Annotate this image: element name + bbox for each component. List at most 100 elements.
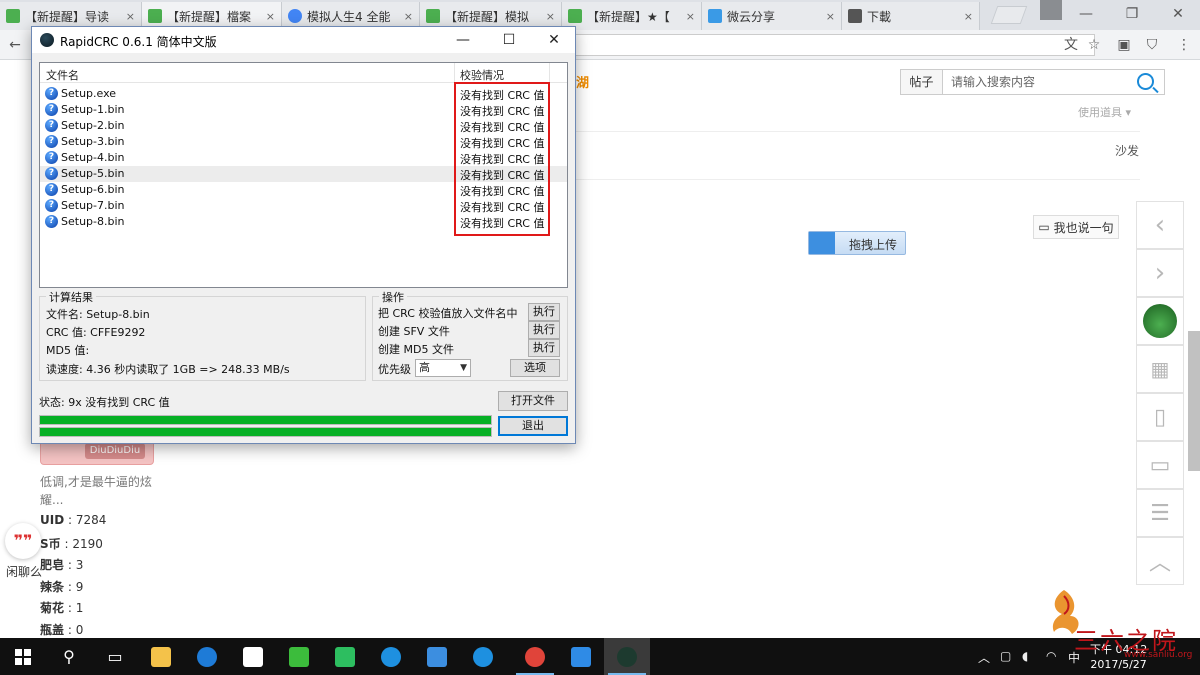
file-explorer-icon[interactable] <box>138 638 184 675</box>
drag-upload-button[interactable]: 拖拽上传 <box>808 231 906 255</box>
maximize-icon[interactable]: ❐ <box>1110 0 1154 28</box>
result-speed: 读速度: 4.36 秒内读取了 1GB => 248.33 MB/s <box>46 363 290 376</box>
chevron-up-icon[interactable]: ︿ <box>978 649 990 666</box>
stat-value: 9 <box>75 579 84 594</box>
column-status[interactable]: 校验情况 <box>460 67 504 83</box>
chevron-down-icon: ▼ <box>460 363 467 373</box>
volume-icon[interactable]: ◖ <box>1022 649 1028 663</box>
profile-stat: 瓶盖 : 0 <box>40 621 83 638</box>
baidu-netdisk-icon[interactable] <box>558 638 604 675</box>
profile-stat: 菊花 : 1 <box>40 599 83 616</box>
tab-close-icon[interactable]: × <box>546 10 555 23</box>
tab-close-icon[interactable]: × <box>404 10 413 23</box>
new-tab-button[interactable] <box>990 6 1028 24</box>
evernote-icon[interactable] <box>322 638 368 675</box>
browser-tab[interactable]: 下載 × <box>842 2 980 30</box>
question-mark-icon: ? <box>45 119 58 132</box>
exit-button[interactable]: 退出 <box>498 416 568 436</box>
qrcode-icon[interactable]: ▦ <box>1136 345 1184 393</box>
window-titlebar[interactable]: RapidCRC 0.6.1 简体中文版 — ☐ ✕ <box>32 27 575 53</box>
list-header: 文件名 校验情况 <box>40 63 567 83</box>
mail-icon[interactable] <box>414 638 460 675</box>
menu-icon[interactable]: ⋮ <box>1175 36 1193 54</box>
use-item-menu[interactable]: 使用道具 ▾ <box>1078 104 1131 120</box>
open-file-button[interactable]: 打开文件 <box>498 391 568 411</box>
browser-tab[interactable]: 微云分享 × <box>702 2 842 30</box>
search-icon[interactable]: ⚲ <box>46 638 92 675</box>
close-icon[interactable]: ✕ <box>1156 0 1200 28</box>
question-mark-icon: ? <box>45 199 58 212</box>
stat-separator: : <box>64 622 76 637</box>
windows-taskbar: ⚲ ▭ ︿ ▢ ◖ ◠ 中 下午 04:12 2017/5/27 <box>0 638 1200 675</box>
comment-button[interactable]: ▭ 我也说一句 <box>1033 215 1119 239</box>
task-view-icon[interactable]: ▭ <box>92 638 138 675</box>
tab-label: 【新提醒】檔案 <box>167 9 252 24</box>
tab-close-icon[interactable]: × <box>266 10 275 23</box>
chat-label[interactable]: 闲聊么 <box>6 563 42 580</box>
tab-close-icon[interactable]: × <box>686 10 695 23</box>
stat-value: 2190 <box>72 536 103 551</box>
op-run-md5-button[interactable]: 执行 <box>528 339 560 357</box>
question-mark-icon: ? <box>45 151 58 164</box>
profile-stat: UID : 7284 <box>40 513 106 527</box>
op-run-sfv-button[interactable]: 执行 <box>528 321 560 339</box>
back-to-top-icon[interactable]: ︿ <box>1136 537 1184 585</box>
chrome-icon[interactable] <box>512 638 558 675</box>
maximize-icon[interactable]: ☐ <box>486 27 532 53</box>
stat-separator: : <box>64 601 76 615</box>
priority-select[interactable]: 高 ▼ <box>415 359 471 377</box>
tab-close-icon[interactable]: × <box>126 10 135 23</box>
quote-icon[interactable]: ❞❞ <box>5 523 41 559</box>
comment-button-label: 我也说一句 <box>1053 220 1114 235</box>
site-watermark: 三六之院 www.sanliu.org <box>1040 586 1200 660</box>
tab-label: 微云分享 <box>727 9 776 24</box>
address-bar[interactable] <box>575 34 1095 56</box>
rapidcrc-app-icon <box>40 33 54 47</box>
ie-icon[interactable] <box>368 638 414 675</box>
mobile-icon[interactable]: ▯ <box>1136 393 1184 441</box>
tab-favicon-icon <box>708 9 722 23</box>
search-input[interactable]: 请输入搜索内容 <box>951 70 1035 94</box>
back-icon[interactable]: ← <box>6 36 24 54</box>
prev-arrow-icon[interactable]: ‹ <box>1136 201 1184 249</box>
start-icon[interactable] <box>0 638 46 675</box>
extension-icon[interactable]: ▣ <box>1115 36 1133 54</box>
tab-favicon-icon <box>426 9 440 23</box>
column-filename[interactable]: 文件名 <box>46 67 79 83</box>
minimize-icon[interactable]: — <box>1064 0 1108 28</box>
stat-value: 3 <box>75 558 84 572</box>
browser-tab[interactable]: 【新提醒】★【 × <box>562 2 702 30</box>
tab-close-icon[interactable]: × <box>826 10 835 23</box>
next-arrow-icon[interactable]: › <box>1136 249 1184 297</box>
file-name: Setup-5.bin <box>61 167 125 180</box>
file-name: Setup-1.bin <box>61 103 125 116</box>
message-icon[interactable]: ▭ <box>1136 441 1184 489</box>
shield-icon[interactable]: ⛉ <box>1143 36 1161 54</box>
rapidcrc-icon[interactable] <box>604 638 650 675</box>
network-icon[interactable]: ▢ <box>1000 649 1011 663</box>
store-icon[interactable] <box>230 638 276 675</box>
options-button[interactable]: 选项 <box>510 359 560 377</box>
edge-icon[interactable] <box>184 638 230 675</box>
question-mark-icon: ? <box>45 215 58 228</box>
profile-icon[interactable] <box>1040 0 1062 20</box>
tab-label: 模拟人生4 全能 <box>307 9 391 24</box>
avatar[interactable] <box>1136 297 1184 345</box>
list-icon[interactable]: ☰ <box>1136 489 1184 537</box>
question-mark-icon: ? <box>45 103 58 116</box>
nav-highlight-text[interactable]: 湖 <box>576 72 589 91</box>
close-icon[interactable]: ✕ <box>531 27 577 53</box>
op-run-crc-filename-button[interactable]: 执行 <box>528 303 560 321</box>
wechat-icon[interactable] <box>276 638 322 675</box>
upload-label: 拖拽上传 <box>849 238 898 252</box>
page-scrollbar[interactable] <box>1188 331 1200 471</box>
bookmark-star-icon[interactable]: ☆ <box>1085 36 1103 54</box>
minimize-icon[interactable]: — <box>440 27 486 53</box>
translate-icon[interactable]: 文 <box>1062 36 1080 54</box>
search-icon[interactable] <box>1137 73 1154 90</box>
search-type-button[interactable]: 帖子 <box>901 70 943 94</box>
floor-label: 沙发 <box>1115 144 1140 158</box>
tab-close-icon[interactable]: × <box>964 10 973 23</box>
stat-separator: : <box>60 536 73 551</box>
ie2-icon[interactable] <box>460 638 506 675</box>
